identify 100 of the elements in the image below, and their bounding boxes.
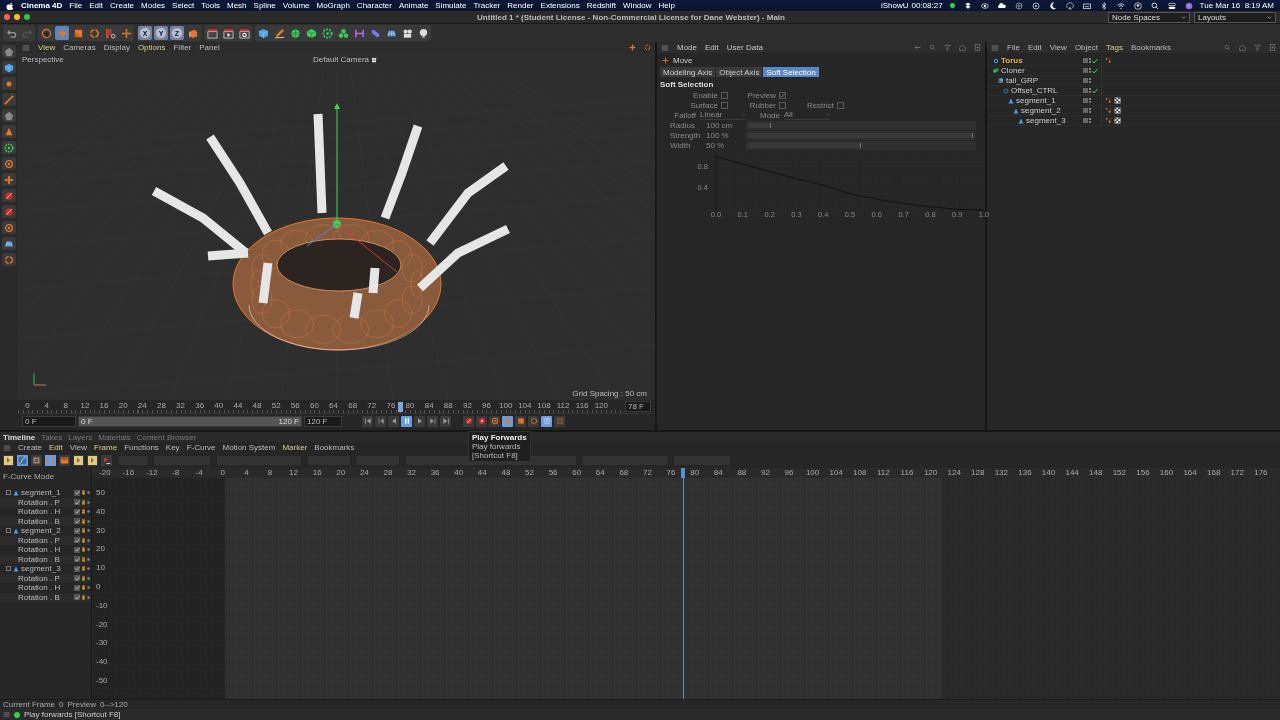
object-button[interactable] (304, 26, 318, 40)
keyboard-icon[interactable] (1082, 1, 1091, 10)
mode-button[interactable] (2, 173, 16, 186)
mode-button[interactable] (2, 221, 16, 234)
wifi-icon[interactable] (1116, 1, 1125, 10)
mode-button[interactable] (2, 141, 16, 154)
track-checkbox[interactable] (74, 546, 80, 553)
menu-item[interactable]: Key (165, 443, 180, 452)
layer-swatch[interactable] (1083, 68, 1088, 73)
mode-button[interactable] (2, 109, 16, 122)
keying-button[interactable] (489, 415, 500, 427)
keying-button[interactable] (515, 415, 526, 427)
track-checkbox[interactable] (74, 584, 80, 591)
track-name[interactable]: segment_3 (21, 564, 61, 574)
dropdown[interactable]: Layouts (1194, 11, 1276, 23)
current-frame-field[interactable]: 78 F (625, 401, 651, 412)
track-name[interactable]: segment_1 (21, 488, 61, 498)
search-icon[interactable] (1150, 1, 1159, 10)
play-circle-icon[interactable] (1031, 1, 1040, 10)
menu-item[interactable]: Tools (201, 1, 220, 10)
menu-item[interactable]: Tracker (473, 1, 501, 10)
apple-icon[interactable] (6, 1, 14, 10)
layer-swatch[interactable] (1083, 88, 1088, 93)
tool-button[interactable] (119, 26, 133, 40)
menu-item[interactable]: Tags (1106, 43, 1123, 52)
menu-item[interactable]: View (1049, 43, 1067, 52)
layer-swatch[interactable] (1083, 108, 1088, 113)
torus-drawing[interactable] (151, 103, 510, 351)
tool-button[interactable] (101, 455, 112, 466)
app-menu[interactable]: Cinema 4D (21, 1, 63, 10)
menu-item[interactable]: Frame (94, 443, 118, 452)
tag-dots-icon[interactable] (1105, 57, 1112, 64)
object-name[interactable]: segment_2 (1021, 106, 1061, 115)
mode-button[interactable] (2, 77, 16, 90)
user-icon[interactable] (1133, 1, 1142, 10)
menu-item[interactable]: Filter (173, 43, 192, 52)
tool-button[interactable] (39, 26, 53, 40)
menu-item[interactable]: Help (658, 1, 675, 10)
move-icon[interactable] (629, 44, 636, 51)
menu-item[interactable]: Display (103, 43, 130, 52)
rotate-icon[interactable] (644, 44, 651, 51)
layer-swatch[interactable] (1083, 98, 1088, 103)
menu-item[interactable]: Redshift (586, 1, 617, 10)
mode-button[interactable] (2, 157, 16, 170)
tool-button[interactable] (87, 26, 101, 40)
mode-button[interactable] (2, 189, 16, 202)
check-icon[interactable] (1092, 57, 1098, 64)
mode-button[interactable] (2, 61, 16, 74)
menu-item[interactable]: Volume (282, 1, 310, 10)
clock[interactable]: Tue Mar 16 8:19 AM (1199, 1, 1274, 10)
menu-item[interactable]: Edit (49, 443, 63, 452)
menu-item[interactable]: Panel (199, 43, 220, 52)
track-name[interactable]: Rotation . H (18, 507, 61, 517)
tool-button[interactable] (73, 455, 84, 466)
track-checkbox[interactable] (74, 527, 80, 534)
track-name[interactable]: Rotation . H (18, 583, 61, 593)
menu-item[interactable]: View (38, 43, 56, 52)
object-name[interactable]: segment_3 (1026, 116, 1066, 125)
track-name[interactable]: Rotation . H (18, 545, 61, 555)
new-window-icon[interactable] (974, 44, 981, 51)
render-button[interactable] (237, 26, 251, 40)
menu-item[interactable]: Edit (1027, 43, 1042, 52)
track-checkbox[interactable] (74, 575, 80, 582)
checker-icon[interactable] (1114, 107, 1121, 114)
new-window-icon[interactable] (1269, 44, 1276, 51)
keying-button[interactable] (476, 415, 487, 427)
box-icon[interactable] (963, 1, 972, 10)
object-name[interactable]: segment_1 (1016, 96, 1056, 105)
moon-icon[interactable] (1048, 1, 1057, 10)
layer-swatch[interactable] (1083, 118, 1088, 123)
menu-item[interactable]: Animate (399, 1, 429, 10)
bluetooth-icon[interactable] (1099, 1, 1108, 10)
menu-item[interactable]: Create (18, 443, 42, 452)
menu-item[interactable]: Motion System (222, 443, 276, 452)
render-button[interactable] (205, 26, 219, 40)
expand-toggle[interactable] (6, 566, 11, 572)
mode-button[interactable] (2, 125, 16, 138)
back-arrow-icon[interactable] (914, 44, 921, 51)
menu-item[interactable]: Marker (282, 443, 308, 452)
expand-toggle[interactable] (6, 528, 11, 534)
menu-item[interactable]: Window (623, 1, 652, 10)
keying-button[interactable] (541, 415, 552, 427)
menu-item[interactable]: Modes (141, 1, 166, 10)
track-checkbox[interactable] (74, 594, 80, 601)
close-button[interactable] (4, 14, 10, 20)
track-checkbox[interactable] (74, 499, 80, 506)
checker-icon[interactable] (1114, 117, 1121, 124)
menu-item[interactable]: Render (507, 1, 534, 10)
object-button[interactable] (336, 26, 350, 40)
menu-item[interactable]: F-Curve (186, 443, 216, 452)
track-checkbox[interactable] (74, 565, 80, 572)
menu-item[interactable]: Object (1074, 43, 1098, 52)
zoom-button[interactable] (24, 14, 30, 20)
toggles-icon[interactable] (1167, 1, 1176, 10)
playhead-marker[interactable] (681, 468, 685, 478)
mode-button[interactable] (2, 93, 16, 106)
tool-button[interactable] (103, 26, 117, 40)
object-name[interactable]: tail_GRP (1006, 76, 1038, 85)
mode-button[interactable] (2, 205, 16, 218)
panel-tab[interactable]: Timeline (3, 432, 36, 442)
